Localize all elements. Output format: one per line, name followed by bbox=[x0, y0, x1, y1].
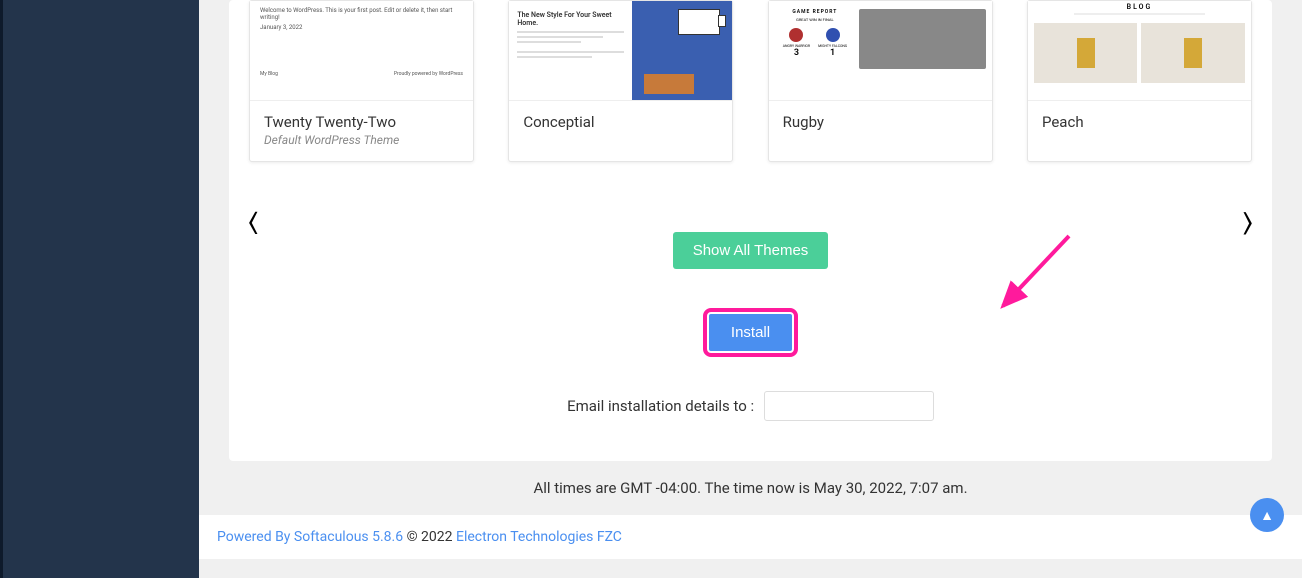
scroll-to-top-button[interactable]: ▲ bbox=[1250, 498, 1284, 532]
thumb-text: GREAT WIN IN FINAL bbox=[775, 17, 855, 22]
thumb-image bbox=[1034, 23, 1138, 83]
carousel-next-icon[interactable]: › bbox=[1241, 192, 1254, 251]
thumb-text: The New Style For Your Sweet Home. bbox=[517, 11, 624, 28]
thumb-text: 1 bbox=[818, 48, 847, 58]
thumb-text: 3 bbox=[783, 48, 810, 58]
theme-thumbnail: GAME REPORT GREAT WIN IN FINAL ANGRY WAR… bbox=[769, 1, 992, 101]
footer: Powered By Softaculous 5.8.6 © 2022 Elec… bbox=[199, 515, 1302, 559]
install-panel: Welcome to WordPress. This is your first… bbox=[229, 0, 1272, 461]
theme-carousel: Welcome to WordPress. This is your first… bbox=[229, 0, 1272, 162]
thumb-image bbox=[1141, 23, 1245, 83]
theme-thumbnail: BLOG bbox=[1028, 1, 1251, 101]
powered-by-link[interactable]: Powered By Softaculous 5.8.6 bbox=[217, 529, 403, 545]
theme-title: Rugby bbox=[783, 113, 978, 131]
email-input[interactable] bbox=[764, 391, 934, 421]
company-link[interactable]: Electron Technologies FZC bbox=[456, 529, 622, 545]
theme-thumbnail: Welcome to WordPress. This is your first… bbox=[250, 1, 473, 101]
show-all-themes-button[interactable]: Show All Themes bbox=[673, 232, 829, 269]
arrow-up-icon: ▲ bbox=[1260, 507, 1274, 524]
email-label: Email installation details to : bbox=[567, 397, 754, 415]
thumb-text: Proudly powered by WordPress bbox=[394, 71, 463, 77]
theme-thumbnail: The New Style For Your Sweet Home. bbox=[509, 1, 732, 101]
timezone-bar: All times are GMT -04:00. The time now i… bbox=[199, 461, 1302, 515]
thumb-text: My Blog bbox=[260, 71, 278, 77]
theme-title: Twenty Twenty-Two bbox=[264, 113, 459, 131]
install-button[interactable]: Install bbox=[709, 314, 792, 351]
carousel-prev-icon[interactable]: ‹ bbox=[247, 192, 260, 251]
thumb-text: January 3, 2022 bbox=[260, 24, 463, 31]
theme-title: Conceptial bbox=[523, 113, 718, 131]
copyright-text: © 2022 bbox=[403, 529, 456, 545]
theme-card[interactable]: GAME REPORT GREAT WIN IN FINAL ANGRY WAR… bbox=[768, 0, 993, 162]
theme-card[interactable]: BLOG Peach bbox=[1027, 0, 1252, 162]
thumb-image bbox=[859, 9, 986, 69]
theme-card[interactable]: The New Style For Your Sweet Home. bbox=[508, 0, 733, 162]
main-content: Welcome to WordPress. This is your first… bbox=[199, 0, 1302, 578]
thumb-text: GAME REPORT bbox=[775, 9, 855, 15]
theme-subtitle: Default WordPress Theme bbox=[264, 133, 459, 147]
theme-card[interactable]: Welcome to WordPress. This is your first… bbox=[249, 0, 474, 162]
sidebar bbox=[0, 0, 199, 578]
thumb-text: BLOG bbox=[1034, 3, 1245, 11]
theme-title: Peach bbox=[1042, 113, 1237, 131]
thumb-text: Welcome to WordPress. This is your first… bbox=[260, 7, 463, 21]
